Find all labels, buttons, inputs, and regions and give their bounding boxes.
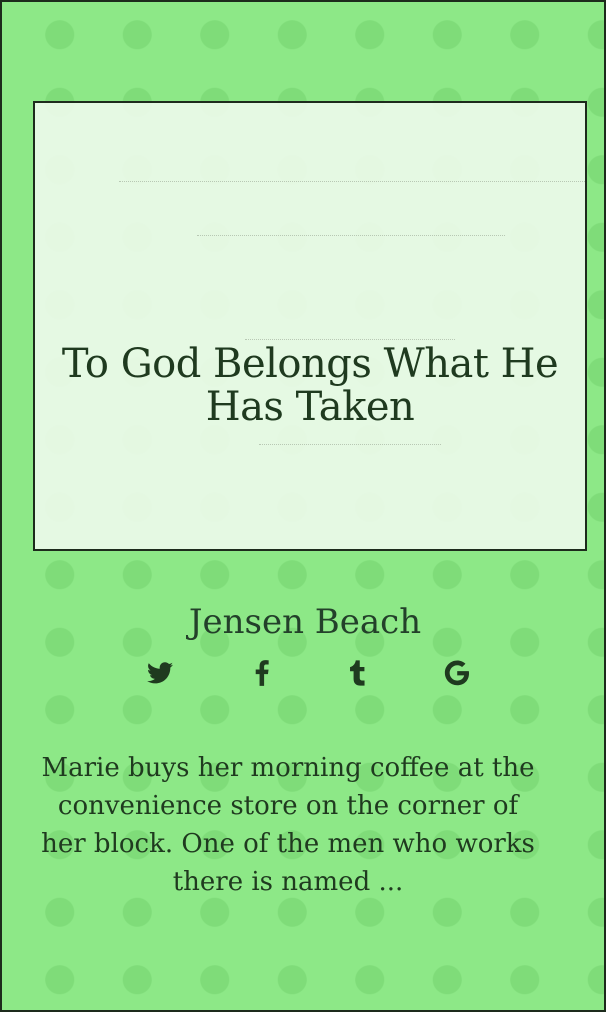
story-card[interactable]: To God Belongs What He Has Taken Jensen … <box>0 0 606 1012</box>
tumblr-icon <box>350 660 365 686</box>
twitter-share-button[interactable] <box>143 656 177 690</box>
story-excerpt: Marie buys her morning coffee at the con… <box>41 753 535 897</box>
google-icon <box>444 660 470 686</box>
tumblr-share-button[interactable] <box>340 656 374 690</box>
facebook-share-button[interactable] <box>245 656 279 690</box>
story-cover[interactable]: To God Belongs What He Has Taken <box>33 101 587 551</box>
twitter-icon <box>147 662 173 684</box>
google-share-button[interactable] <box>440 656 474 690</box>
story-title[interactable]: To God Belongs What He Has Taken <box>35 343 585 429</box>
author-name[interactable]: Jensen Beach <box>2 600 604 644</box>
cover-decor-line <box>197 235 505 236</box>
cover-decor-line <box>259 444 441 445</box>
cover-decor-line <box>245 339 455 340</box>
facebook-icon <box>255 660 269 686</box>
cover-decor-line <box>119 181 585 182</box>
